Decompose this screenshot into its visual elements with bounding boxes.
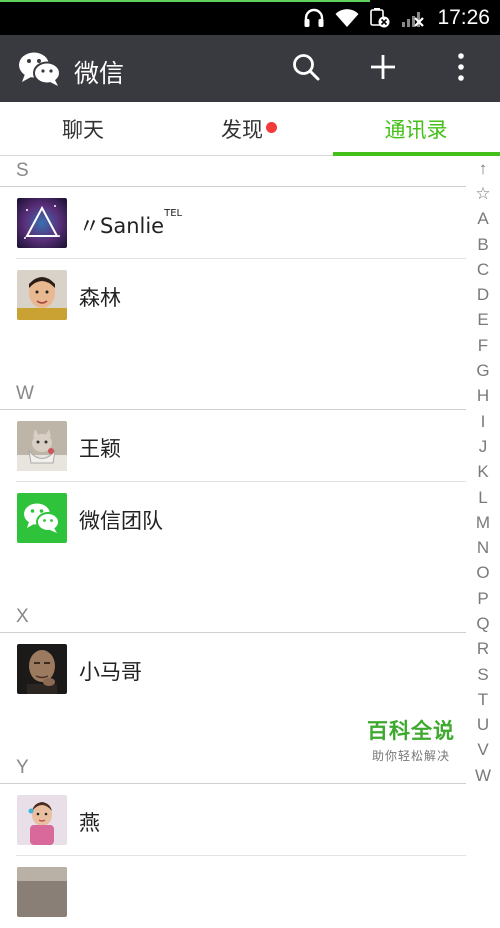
index-letter[interactable]: E — [466, 308, 500, 333]
avatar — [17, 198, 67, 248]
index-letter[interactable]: G — [466, 358, 500, 383]
section-letter: Y — [16, 757, 29, 778]
tab-label: 通讯录 — [384, 117, 448, 142]
index-letter[interactable]: N — [466, 535, 500, 560]
index-letter[interactable]: Q — [466, 611, 500, 636]
index-letter[interactable]: ☆ — [466, 181, 500, 206]
avatar — [17, 644, 67, 694]
index-letter[interactable]: R — [466, 637, 500, 662]
contact-name: 〃SanlieTEL — [79, 208, 183, 238]
status-time: 17:26 — [437, 5, 490, 29]
search-button[interactable] — [285, 48, 327, 90]
contact-item[interactable] — [0, 856, 466, 928]
avatar — [17, 867, 67, 917]
index-letter[interactable]: B — [466, 232, 500, 257]
index-letter[interactable]: W — [466, 763, 500, 788]
watermark-logo: 百科全说 助你轻松解决 — [356, 715, 466, 765]
index-letter[interactable]: O — [466, 561, 500, 586]
status-bar: 17:26 — [0, 0, 500, 35]
section-letter: W — [16, 383, 34, 404]
index-letter[interactable]: C — [466, 257, 500, 282]
tab-label: 发现 — [221, 117, 263, 142]
section-header: X — [0, 602, 466, 633]
more-icon — [456, 52, 466, 86]
index-letter[interactable]: L — [466, 485, 500, 510]
notification-dot — [266, 122, 277, 133]
tab-discover[interactable]: 发现 — [166, 102, 332, 155]
index-letter[interactable]: I — [466, 409, 500, 434]
contact-name: 王颖 — [79, 437, 121, 461]
index-letter[interactable]: M — [466, 510, 500, 535]
watermark-title: 百科全说 — [367, 719, 455, 743]
contact-item[interactable]: 王颖 — [0, 410, 466, 482]
wechat-logo — [18, 51, 62, 87]
index-letter[interactable]: H — [466, 384, 500, 409]
index-letter[interactable]: J — [466, 434, 500, 459]
app-title: 微信 — [74, 59, 125, 88]
contact-item[interactable]: 〃SanlieTEL — [0, 187, 466, 259]
section-letter: X — [16, 606, 29, 627]
watermark-subtitle: 助你轻松解决 — [371, 749, 450, 763]
avatar — [17, 421, 67, 471]
index-letter[interactable]: ↑ — [466, 156, 500, 181]
index-letter[interactable]: K — [466, 460, 500, 485]
more-button[interactable] — [440, 48, 482, 90]
tab-label: 聊天 — [62, 117, 104, 142]
index-letter[interactable]: P — [466, 586, 500, 611]
index-letter[interactable]: U — [466, 713, 500, 738]
signal-icon — [401, 8, 425, 28]
section-header: S — [0, 156, 466, 187]
contact-list: S 〃SanlieTEL 森林 W 王颖 微信团队 X 小马哥 Y 燕 — [0, 156, 466, 928]
contact-item[interactable]: 微信团队 — [0, 482, 466, 554]
contact-item[interactable]: 燕 — [0, 784, 466, 856]
index-letter[interactable]: V — [466, 738, 500, 763]
plus-icon — [368, 52, 398, 86]
contact-item[interactable]: 小马哥 — [0, 633, 466, 705]
headphones-icon — [303, 8, 325, 28]
contact-item[interactable]: 森林 — [0, 259, 466, 331]
avatar — [17, 270, 67, 320]
avatar — [17, 493, 67, 543]
section-header: W — [0, 379, 466, 410]
index-letter[interactable]: D — [466, 282, 500, 307]
section-letter: S — [16, 160, 29, 181]
wifi-icon — [335, 8, 359, 28]
battery-saver-icon — [369, 7, 391, 29]
contact-name: 微信团队 — [79, 509, 163, 533]
index-letter[interactable]: F — [466, 333, 500, 358]
index-letter[interactable]: S — [466, 662, 500, 687]
search-icon — [291, 52, 321, 86]
title-bar: 微信 — [0, 35, 500, 102]
tab-contacts[interactable]: 通讯录 — [333, 102, 499, 155]
tab-chats[interactable]: 聊天 — [0, 102, 166, 155]
tab-bar: 聊天 发现 通讯录 — [0, 102, 500, 156]
alphabet-index-bar[interactable]: ↑ ☆ A B C D E F G H I J K L M N O P Q R S T U V W — [466, 156, 500, 790]
index-letter[interactable]: A — [466, 207, 500, 232]
contact-name: 燕 — [79, 811, 100, 835]
index-letter[interactable]: T — [466, 687, 500, 712]
contact-name: 森林 — [79, 286, 121, 310]
add-button[interactable] — [362, 48, 404, 90]
contact-name: 小马哥 — [79, 660, 142, 684]
avatar — [17, 795, 67, 845]
